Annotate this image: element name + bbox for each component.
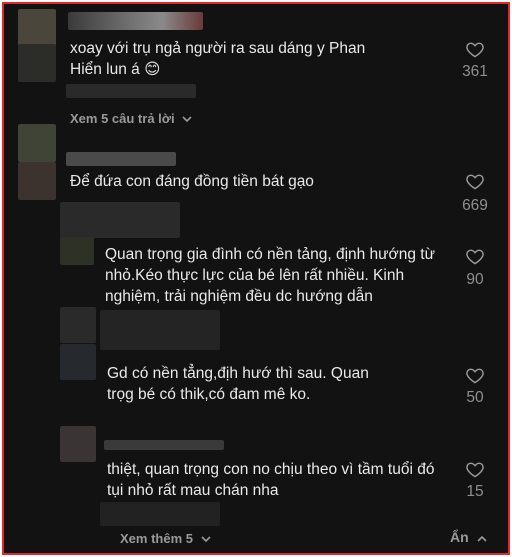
like-count: 50 [466, 389, 484, 406]
meta-redacted [66, 84, 196, 98]
chevron-down-icon [201, 536, 211, 543]
username-redacted [68, 12, 203, 30]
avatar-blur [18, 162, 56, 200]
avatar[interactable] [60, 237, 94, 265]
chevron-up-icon [476, 535, 487, 542]
view-more-button[interactable]: Xem thêm 5 [120, 531, 211, 546]
username-redacted [66, 152, 176, 166]
like-heart-icon[interactable] [465, 40, 485, 59]
like-count: 669 [462, 197, 488, 214]
avatar[interactable] [18, 124, 56, 162]
reply-text: Gd có nền tẳng,địh hướ thì sau. Quan trọ… [107, 365, 369, 403]
like-heart-icon[interactable] [465, 247, 485, 266]
like-count: 361 [462, 63, 488, 80]
like-heart-icon[interactable] [465, 460, 485, 479]
hide-replies-button[interactable]: Ẩn [450, 529, 487, 545]
like-heart-icon[interactable] [465, 366, 485, 385]
like-count: 15 [466, 483, 484, 500]
comment-text: xoay với trụ ngả người ra sau dáng y Pha… [70, 40, 366, 78]
avatar-blur [18, 44, 56, 82]
comment-text: Để đứa con đáng đồng tiền bát gạo [70, 173, 314, 190]
like-count: 90 [466, 271, 484, 288]
avatar[interactable] [60, 307, 96, 343]
username-redacted [100, 310, 220, 350]
reply-text: thiệt, quan trọng con no chịu theo vì tầ… [107, 461, 435, 499]
meta-redacted [100, 502, 220, 526]
smiling-emoji-icon: 😊 [144, 61, 161, 78]
like-heart-icon[interactable] [465, 172, 485, 191]
view-replies-button[interactable]: Xem 5 câu trả lời [70, 111, 192, 126]
chevron-down-icon [182, 116, 192, 123]
comments-panel: xoay với trụ ngả người ra sau dáng y Pha… [2, 2, 510, 555]
reply-text: Quan trọng gia đình có nền tảng, định hư… [105, 246, 435, 305]
username-redacted [104, 440, 224, 450]
avatar[interactable] [18, 9, 56, 47]
meta-redacted [60, 202, 180, 238]
avatar-blur [60, 344, 96, 380]
avatar[interactable] [60, 426, 96, 462]
